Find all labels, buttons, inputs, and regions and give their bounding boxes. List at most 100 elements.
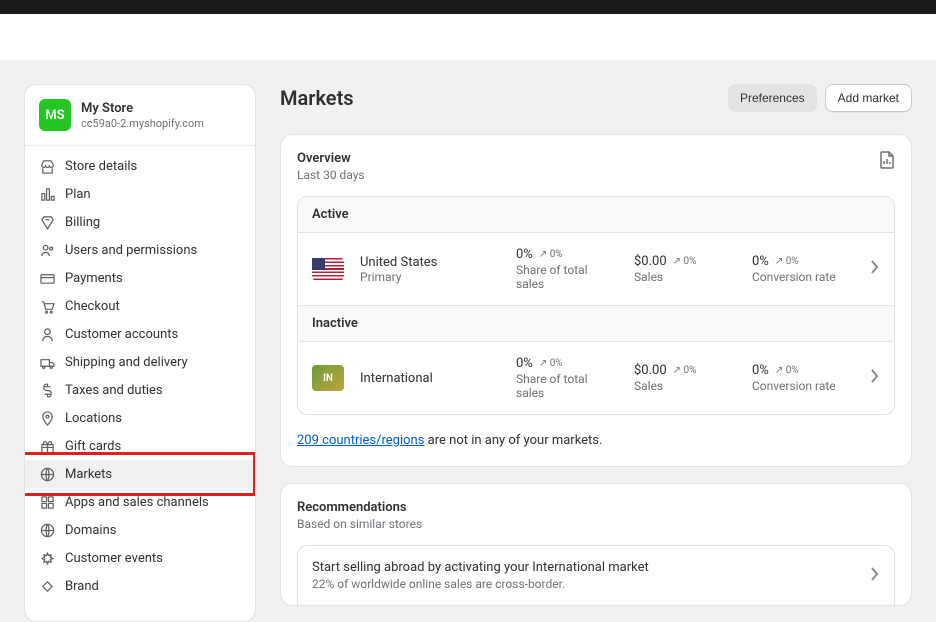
stat-value: $0.00: [634, 363, 667, 378]
stat-change: ↗ 0%: [673, 256, 697, 267]
stat-label: Share of total sales: [516, 263, 618, 291]
browser-topbar: [0, 0, 936, 14]
market-row-international[interactable]: IN International 0%↗ 0% Share of total s…: [298, 342, 894, 414]
sidebar-item-label: Billing: [65, 215, 100, 230]
nav-list: Store details Plan Billing Users and permis…: [25, 146, 255, 606]
store-header[interactable]: MS My Store cc59a0-2.myshopify.com: [25, 85, 255, 146]
sidebar-item-plan[interactable]: Plan: [25, 180, 255, 208]
sidebar-item-label: Customer events: [65, 551, 163, 566]
inactive-section-head: Inactive: [298, 305, 894, 342]
store-badge: MS: [39, 99, 71, 131]
sidebar-item-label: Markets: [65, 467, 112, 482]
sidebar-item-label: Payments: [65, 271, 123, 286]
billing-icon: [39, 214, 55, 230]
sidebar-item-label: Locations: [65, 411, 122, 426]
sidebar-item-label: Brand: [65, 579, 99, 594]
sidebar-item-store-details[interactable]: Store details: [25, 152, 255, 180]
sidebar-item-label: Apps and sales channels: [65, 495, 209, 510]
events-icon: [39, 550, 55, 566]
users-icon: [39, 242, 55, 258]
markets-icon: [39, 466, 55, 482]
sidebar-item-users-and-permissions[interactable]: Users and permissions: [25, 236, 255, 264]
sidebar-item-taxes-and-duties[interactable]: Taxes and duties: [25, 376, 255, 404]
market-name: International: [360, 371, 500, 386]
sidebar-item-markets[interactable]: Markets: [25, 460, 255, 488]
overview-title: Overview: [297, 151, 365, 166]
add-market-button[interactable]: Add market: [825, 84, 912, 112]
market-sub: Primary: [360, 270, 500, 284]
stat-value: 0%: [516, 356, 533, 371]
sidebar-item-label: Plan: [65, 187, 91, 202]
sidebar-item-payments[interactable]: Payments: [25, 264, 255, 292]
recommendations-title: Recommendations: [297, 500, 895, 515]
market-name: United States: [360, 255, 500, 270]
sidebar-item-apps-and-sales-channels[interactable]: Apps and sales channels: [25, 488, 255, 516]
chevron-right-icon: [870, 567, 880, 585]
sidebar-item-locations[interactable]: Locations: [25, 404, 255, 432]
countries-notice: 209 countries/regions are not in any of …: [297, 415, 895, 450]
brand-icon: [39, 578, 55, 594]
main-header: Markets Preferences Add market: [280, 84, 912, 112]
report-icon[interactable]: [879, 151, 895, 173]
sidebar-item-label: Users and permissions: [65, 243, 197, 258]
sidebar-item-label: Customer accounts: [65, 327, 178, 342]
countries-notice-link[interactable]: 209 countries/regions: [297, 433, 424, 448]
sidebar-item-label: Shipping and delivery: [65, 355, 188, 370]
chevron-right-icon: [870, 260, 880, 278]
active-section-head: Active: [298, 197, 894, 233]
stat-label: Sales: [634, 270, 736, 284]
stat-label: Sales: [634, 379, 736, 393]
stat-value: 0%: [752, 254, 769, 269]
sidebar-item-label: Gift cards: [65, 439, 121, 454]
sidebar-item-label: Domains: [65, 523, 116, 538]
sidebar-item-label: Checkout: [65, 299, 120, 314]
overview-sub: Last 30 days: [297, 168, 365, 182]
sidebar-item-customer-accounts[interactable]: Customer accounts: [25, 320, 255, 348]
recommendation-sub: 22% of worldwide online sales are cross-…: [312, 577, 649, 591]
settings-sidebar: MS My Store cc59a0-2.myshopify.com Store…: [24, 84, 256, 622]
markets-table: Active United States Primary 0% ↗ 0% Shar…: [297, 196, 895, 415]
stat-label: Conversion rate: [752, 379, 854, 393]
stat-change: ↗ 0%: [775, 365, 799, 376]
whitebar: [0, 14, 936, 60]
apps-icon: [39, 494, 55, 510]
main-content: Markets Preferences Add market Overview …: [280, 84, 912, 622]
preferences-button[interactable]: Preferences: [728, 84, 817, 112]
sidebar-item-label: Store details: [65, 159, 137, 174]
recommendation-title: Start selling abroad by activating your …: [312, 560, 649, 575]
countries-notice-text: are not in any of your markets.: [424, 433, 602, 448]
taxes-icon: [39, 382, 55, 398]
sidebar-item-shipping-and-delivery[interactable]: Shipping and delivery: [25, 348, 255, 376]
gift-icon: [39, 438, 55, 454]
customer-icon: [39, 326, 55, 342]
sidebar-item-label: Taxes and duties: [65, 383, 163, 398]
store-icon: [39, 158, 55, 174]
payments-icon: [39, 270, 55, 286]
market-row-us[interactable]: United States Primary 0% ↗ 0% Share of to…: [298, 233, 894, 305]
recommendations-sub: Based on similar stores: [297, 517, 895, 531]
stat-change: ↗ 0%: [775, 256, 799, 267]
sidebar-item-gift-cards[interactable]: Gift cards: [25, 432, 255, 460]
sidebar-item-billing[interactable]: Billing: [25, 208, 255, 236]
stat-value: 0%: [752, 363, 769, 378]
chevron-right-icon: [870, 369, 880, 387]
stat-change: ↗ 0%: [539, 358, 563, 369]
stat-label: Conversion rate: [752, 270, 854, 284]
store-domain: cc59a0-2.myshopify.com: [81, 117, 204, 130]
recommendations-card: Recommendations Based on similar stores …: [280, 483, 912, 606]
sidebar-item-brand[interactable]: Brand: [25, 572, 255, 600]
sidebar-item-customer-events[interactable]: Customer events: [25, 544, 255, 572]
stat-value: $0.00: [634, 254, 667, 269]
shipping-icon: [39, 354, 55, 370]
domains-icon: [39, 522, 55, 538]
locations-icon: [39, 410, 55, 426]
overview-card: Overview Last 30 days Active United Stat…: [280, 134, 912, 467]
store-name: My Store: [81, 101, 204, 116]
flag-us-icon: [312, 258, 344, 280]
checkout-icon: [39, 298, 55, 314]
flag-international-icon: IN: [312, 365, 344, 391]
sidebar-item-checkout[interactable]: Checkout: [25, 292, 255, 320]
page-title: Markets: [280, 86, 354, 110]
recommendation-row[interactable]: Start selling abroad by activating your …: [297, 545, 895, 605]
sidebar-item-domains[interactable]: Domains: [25, 516, 255, 544]
